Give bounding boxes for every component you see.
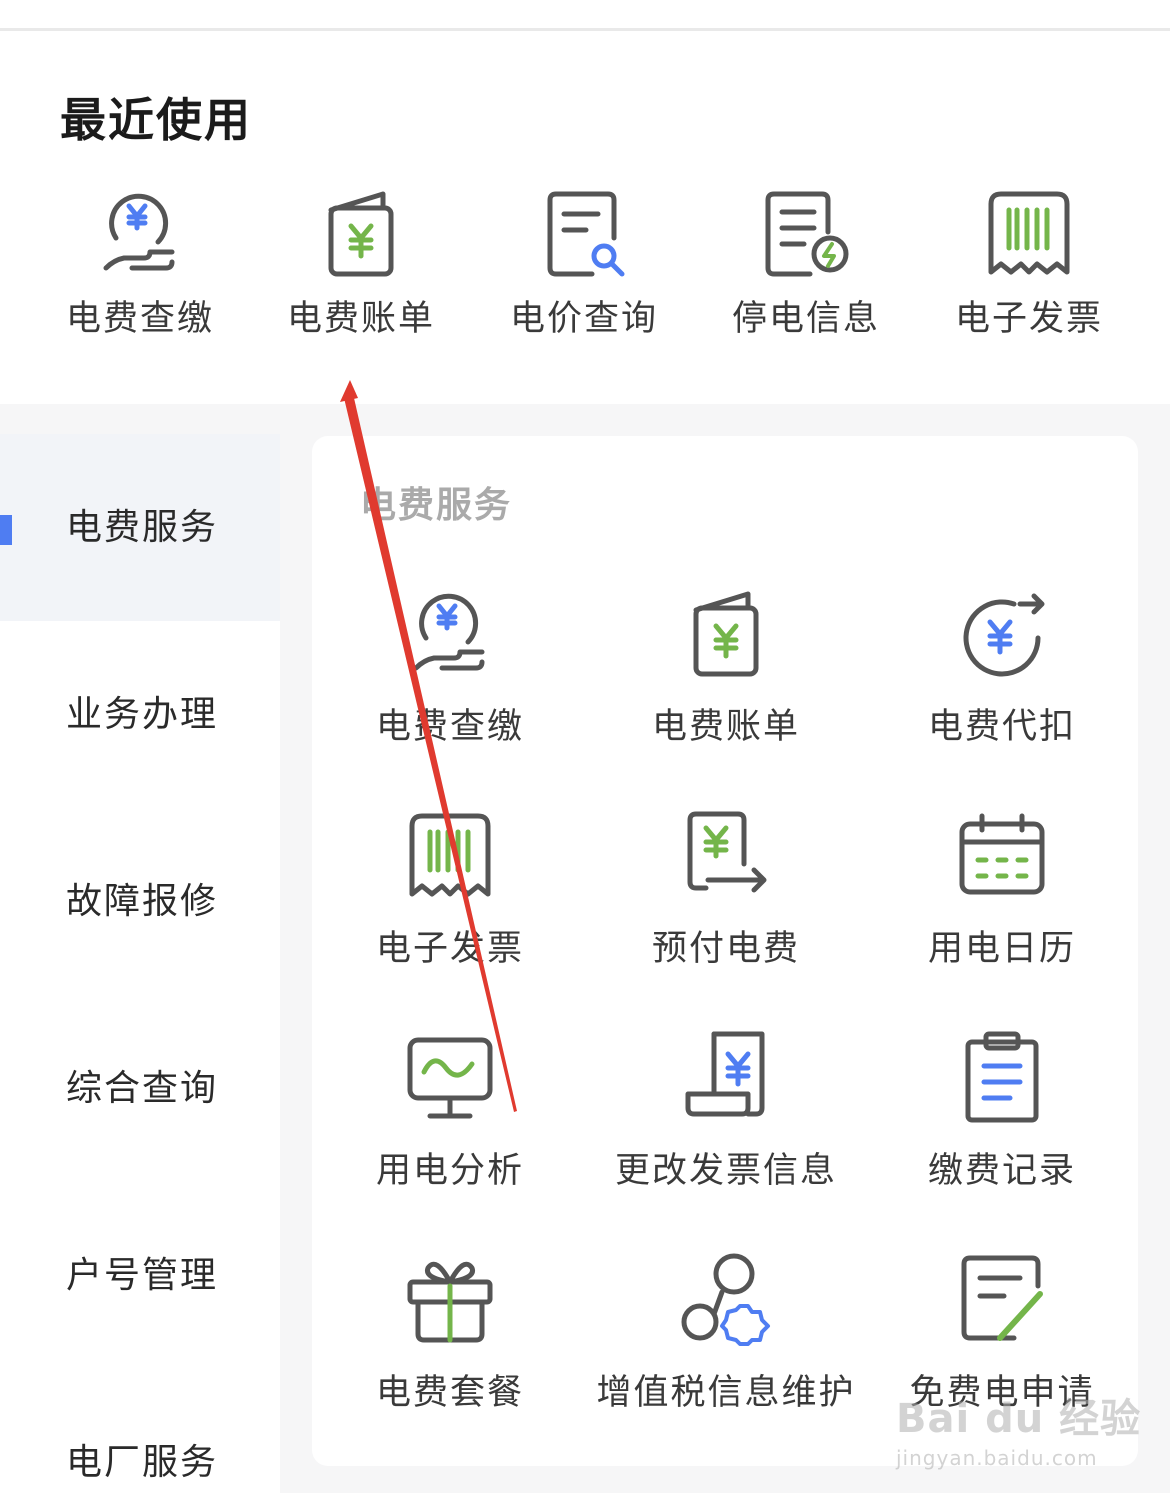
gift-icon (402, 1252, 498, 1348)
recent-item-price-query[interactable]: 电价查询 (474, 186, 694, 356)
recent-item-label: 电子发票 (954, 299, 1103, 339)
yuan-cycle-icon (954, 586, 1050, 682)
watermark: Bai du 经验 jingyan.baidu.com (896, 1386, 1156, 1476)
document-search-icon (536, 186, 632, 282)
sidebar-item-account[interactable]: 户号管理 (0, 1182, 280, 1369)
watermark-url: jingyan.baidu.com (896, 1446, 1098, 1470)
service-section-title: 电费服务 (360, 485, 513, 526)
yuan-coin-hand-icon (92, 186, 188, 282)
yuan-scroll-icon (678, 1030, 774, 1126)
recent-item-outage-info[interactable]: 停电信息 (696, 186, 916, 356)
service-label: 更改发票信息 (614, 1151, 837, 1191)
sidebar-item-label: 电费服务 (66, 507, 219, 548)
sidebar-item-business[interactable]: 业务办理 (0, 621, 280, 808)
barcode-receipt-icon (981, 186, 1077, 282)
sidebar-item-label: 业务办理 (66, 694, 219, 735)
recent-item-e-invoice[interactable]: 电子发票 (919, 186, 1139, 356)
user-gear-icon (678, 1252, 774, 1348)
sidebar-item-label: 户号管理 (66, 1255, 219, 1296)
service-label: 缴费记录 (927, 1151, 1076, 1191)
sidebar-item-fee-service[interactable]: 电费服务 (0, 434, 280, 621)
service-label: 电费代扣 (927, 707, 1076, 747)
service-label: 用电日历 (927, 929, 1076, 969)
sidebar-item-plant[interactable]: 电厂服务 (0, 1369, 280, 1493)
service-label: 预付电费 (651, 929, 800, 969)
service-label: 增值税信息维护 (596, 1373, 856, 1413)
yuan-bill-book-icon (313, 186, 409, 282)
recent-item-fee-pay[interactable]: 电费查缴 (30, 186, 250, 356)
top-divider (0, 28, 1170, 31)
monitor-wave-icon (402, 1030, 498, 1126)
service-calendar[interactable]: 用电日历 (864, 808, 1140, 998)
sidebar-item-label: 综合查询 (66, 1068, 219, 1109)
sidebar-item-label: 故障报修 (66, 881, 219, 922)
service-payment-records[interactable]: 缴费记录 (864, 1030, 1140, 1220)
service-usage-analysis[interactable]: 用电分析 (312, 1030, 588, 1220)
calendar-icon (954, 808, 1050, 904)
service-label: 电费账单 (651, 707, 800, 747)
service-fee-bill[interactable]: 电费账单 (588, 586, 864, 776)
category-sidebar: 电费服务 业务办理 故障报修 综合查询 户号管理 电厂服务 (0, 434, 280, 1493)
document-lightning-icon (758, 186, 854, 282)
yuan-bill-book-icon (678, 586, 774, 682)
clipboard-list-icon (954, 1030, 1050, 1126)
watermark-logo: Bai du 经验 (896, 1396, 1142, 1442)
yuan-coin-hand-icon (402, 586, 498, 682)
document-pen-icon (954, 1252, 1050, 1348)
service-label: 电子发票 (375, 929, 524, 969)
recent-item-label: 停电信息 (731, 299, 880, 339)
active-indicator (0, 515, 12, 545)
service-fee-pay[interactable]: 电费查缴 (312, 586, 588, 776)
service-label: 电费套餐 (375, 1373, 524, 1413)
recent-item-label: 电价查询 (509, 299, 658, 339)
barcode-receipt-icon (402, 808, 498, 904)
sidebar-item-label: 电厂服务 (66, 1442, 219, 1483)
recent-item-label: 电费账单 (286, 299, 435, 339)
service-card: 电费服务 电费查缴 电费账单 电费代扣 电子发票 预付电费 用电日历 用电分析 … (312, 436, 1138, 1466)
sidebar-item-query[interactable]: 综合查询 (0, 995, 280, 1182)
recent-item-fee-bill[interactable]: 电费账单 (251, 186, 471, 356)
service-vat-info[interactable]: 增值税信息维护 (588, 1252, 864, 1442)
service-fee-package[interactable]: 电费套餐 (312, 1252, 588, 1442)
service-label: 用电分析 (375, 1151, 524, 1191)
recent-item-label: 电费查缴 (65, 299, 214, 339)
recent-section-title: 最近使用 (60, 93, 252, 147)
service-e-invoice[interactable]: 电子发票 (312, 808, 588, 998)
sidebar-item-repair[interactable]: 故障报修 (0, 808, 280, 995)
service-prepay[interactable]: 预付电费 (588, 808, 864, 998)
service-auto-debit[interactable]: 电费代扣 (864, 586, 1140, 776)
service-label: 电费查缴 (375, 707, 524, 747)
page: 最近使用 电费查缴 电费账单 电价查询 停电信息 电子发票 电费服务 业务办理 … (0, 0, 1170, 1493)
prepay-yuan-arrow-icon (678, 808, 774, 904)
service-invoice-info[interactable]: 更改发票信息 (588, 1030, 864, 1220)
